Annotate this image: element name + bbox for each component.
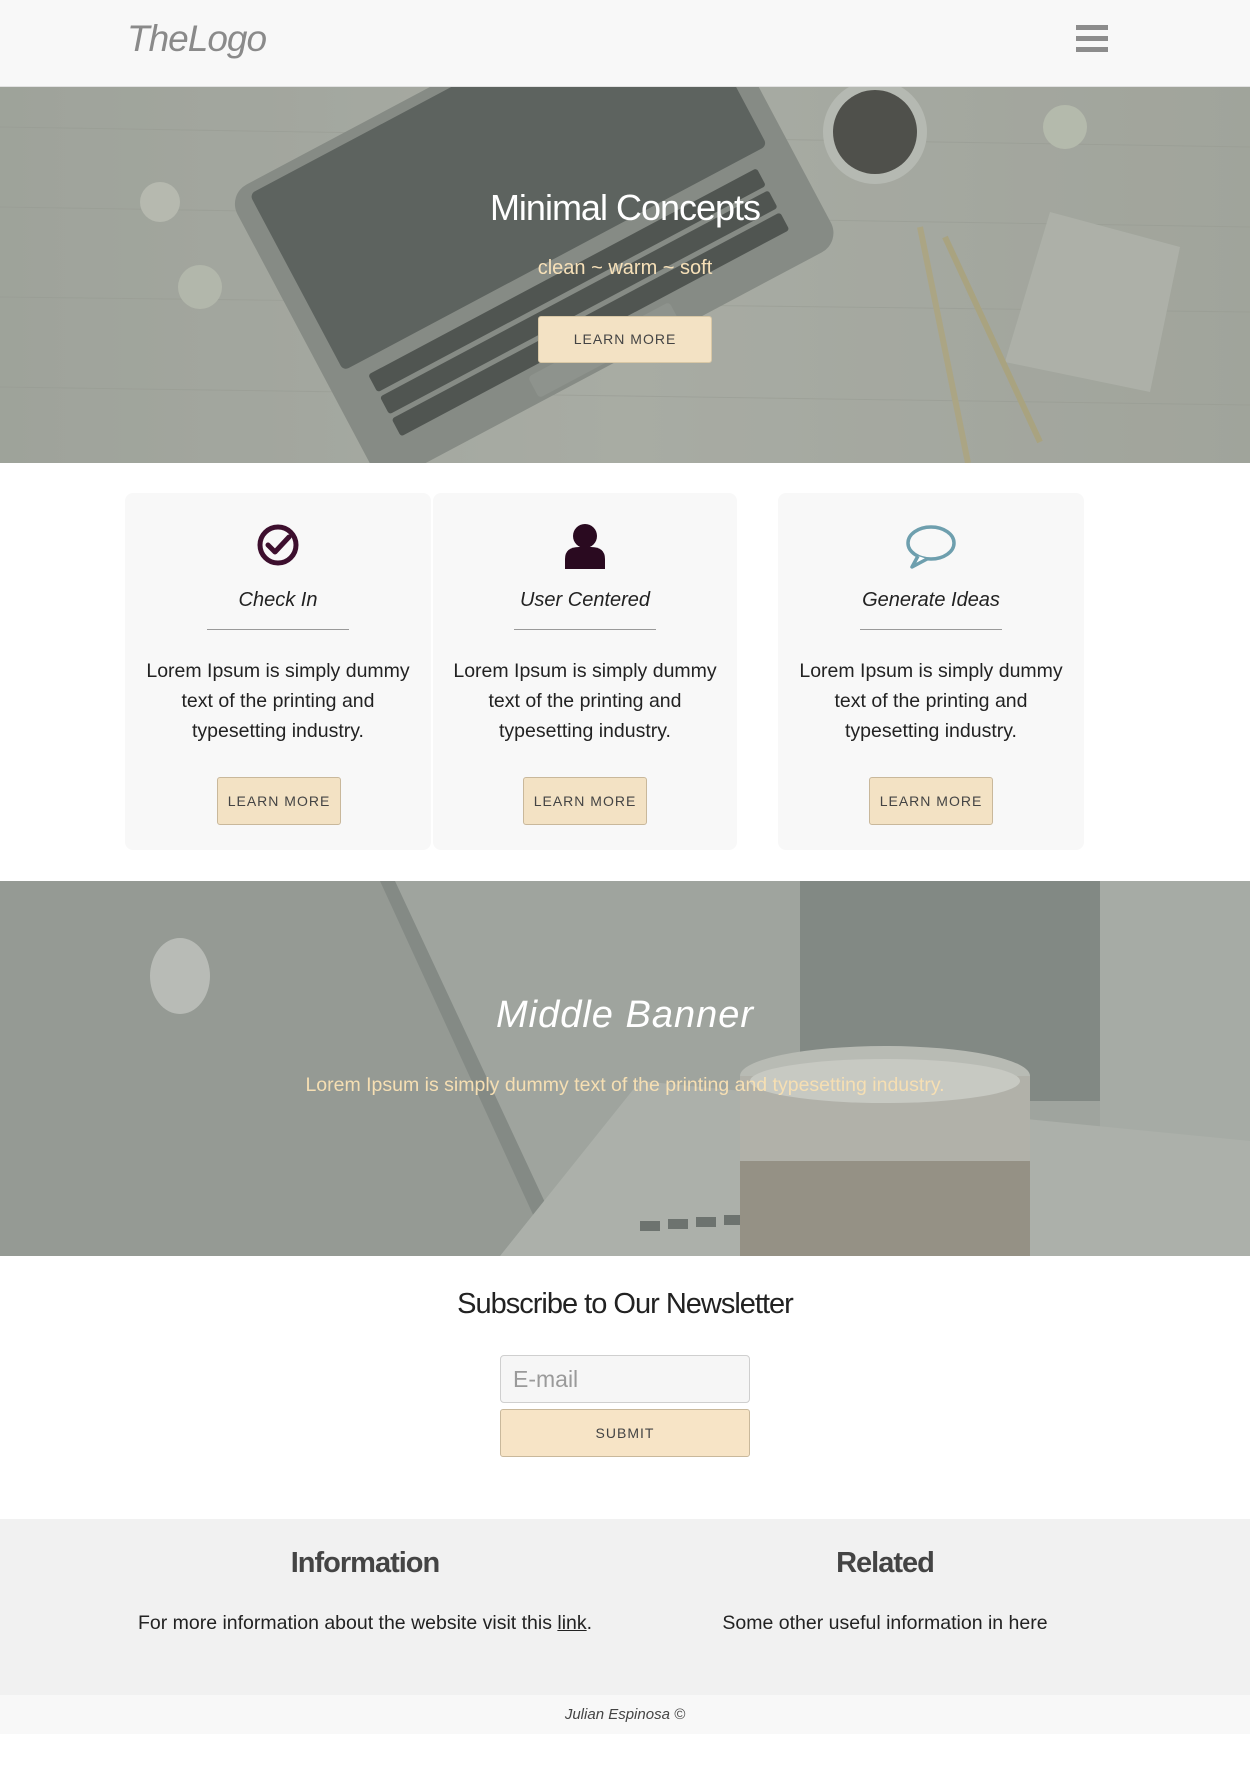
feature-text: Lorem Ipsum is simply dummy text of the … <box>146 660 410 742</box>
footer-info-link[interactable]: link <box>557 1612 586 1634</box>
hero-learn-more-button[interactable]: LEARN MORE <box>538 316 712 363</box>
site-footer: Information For more information about t… <box>0 1519 1250 1695</box>
divider <box>207 629 349 630</box>
copyright-text: Julian Espinosa © <box>564 1706 686 1723</box>
copyright-bar: Julian Espinosa © <box>0 1695 1250 1734</box>
footer-information-text: For more information about the website v… <box>137 1612 593 1634</box>
footer-related-heading: Related <box>836 1547 935 1579</box>
hero-banner: Minimal Concepts clean ~ warm ~ soft LEA… <box>0 87 1250 463</box>
feature-card-generate-ideas: Generate Ideas Lorem Ipsum is simply dum… <box>778 493 1084 850</box>
generate-ideas-learn-more-button[interactable]: LEARN MORE <box>869 777 993 825</box>
feature-title: Check In <box>238 589 318 611</box>
user-centered-learn-more-button[interactable]: LEARN MORE <box>523 777 647 825</box>
newsletter-title: Subscribe to Our Newsletter <box>457 1288 794 1320</box>
feature-card-check-in: Check In Lorem Ipsum is simply dummy tex… <box>125 493 431 850</box>
submit-button[interactable]: SUBMIT <box>500 1409 750 1457</box>
user-icon <box>565 524 605 569</box>
hero-subtitle: clean ~ warm ~ soft <box>537 257 713 279</box>
site-header: TheLogo <box>0 0 1250 87</box>
hamburger-menu-icon[interactable] <box>1076 22 1110 56</box>
middle-banner: Middle Banner Lorem Ipsum is simply dumm… <box>0 881 1250 1256</box>
site-logo[interactable]: TheLogo <box>127 18 267 60</box>
hero-title: Minimal Concepts <box>489 187 761 228</box>
middle-banner-title: Middle Banner <box>495 994 755 1036</box>
middle-banner-overlay <box>0 881 1250 1256</box>
middle-banner-text: Lorem Ipsum is simply dummy text of the … <box>305 1074 945 1096</box>
speech-bubble-icon <box>906 525 956 569</box>
footer-information-heading: Information <box>290 1547 441 1579</box>
footer-related-text: Some other useful information in here <box>722 1612 1048 1634</box>
feature-text: Lorem Ipsum is simply dummy text of the … <box>799 660 1063 742</box>
feature-text: Lorem Ipsum is simply dummy text of the … <box>453 660 717 742</box>
check-circle-icon <box>257 524 299 566</box>
email-input[interactable] <box>500 1355 750 1403</box>
feature-title: Generate Ideas <box>862 589 1000 611</box>
feature-card-user-centered: User Centered Lorem Ipsum is simply dumm… <box>433 493 737 850</box>
divider <box>860 629 1002 630</box>
divider <box>514 629 656 630</box>
check-in-learn-more-button[interactable]: LEARN MORE <box>217 777 341 825</box>
feature-title: User Centered <box>519 589 651 611</box>
